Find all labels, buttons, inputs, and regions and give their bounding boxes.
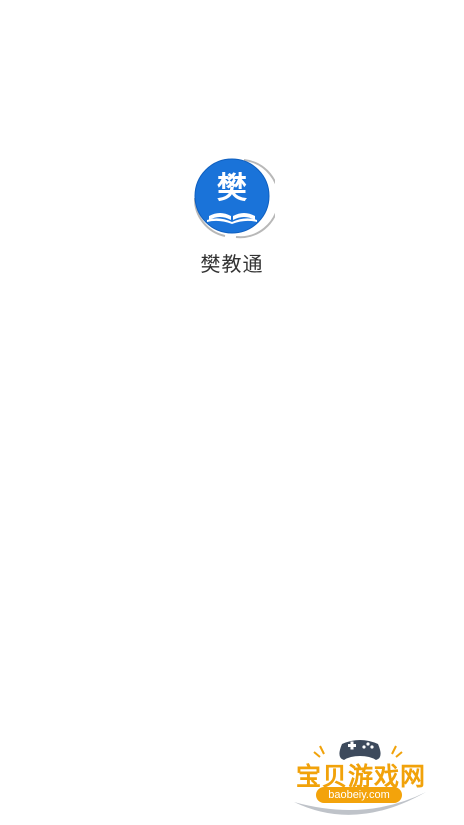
app-logo-icon: 樊 [189, 154, 275, 240]
watermark-domain: baobeiy.com [316, 787, 402, 803]
splash-screen: 樊 樊教通 宝贝游戏网 baobeiy.com [0, 0, 464, 825]
logo-character: 樊 [217, 171, 247, 206]
app-name-label: 樊教通 [200, 252, 264, 276]
watermark: 宝贝游戏网 baobeiy.com [286, 732, 436, 822]
